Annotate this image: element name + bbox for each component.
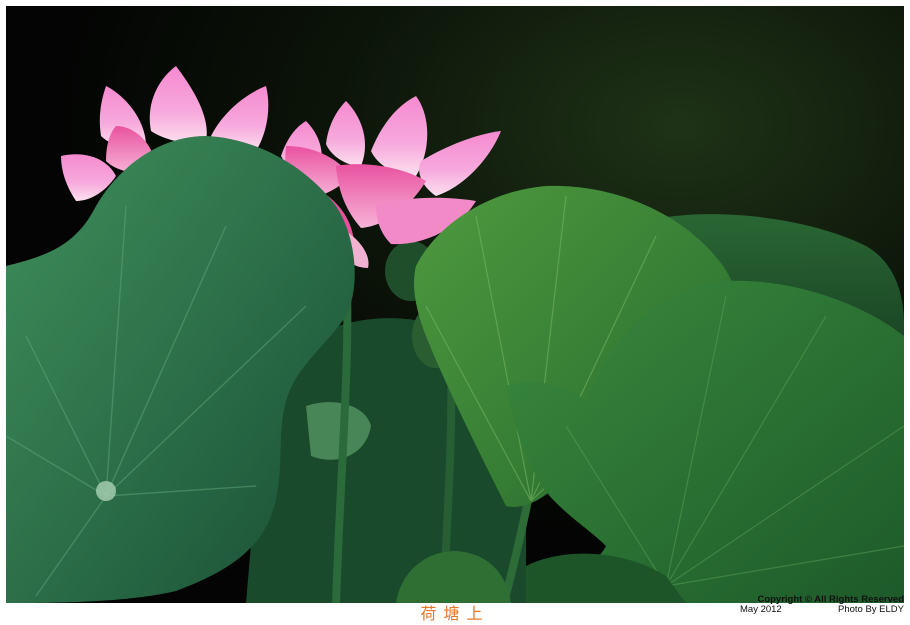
photo-footer: 荷塘上 Copyright © All Rights Reserved May … (0, 594, 910, 625)
lotus-photo (6, 6, 904, 603)
photo-date: May 2012 (740, 604, 782, 615)
photo-frame (6, 6, 904, 603)
leaf-center-left (96, 481, 116, 501)
photo-credit: Photo By ELDY (837, 604, 904, 615)
